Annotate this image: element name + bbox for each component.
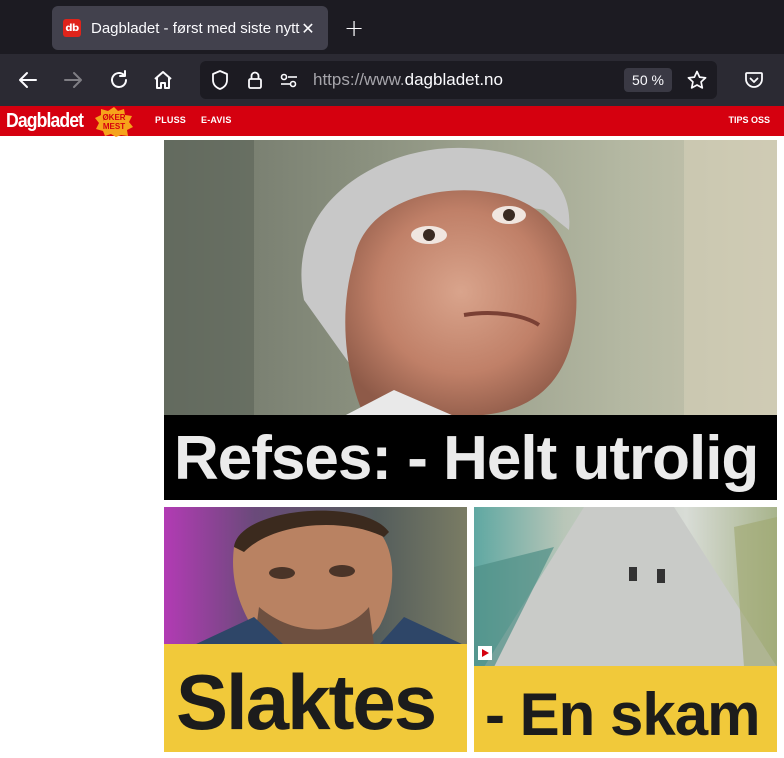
permissions-icon[interactable]: [278, 69, 300, 96]
url-prefix: https://www.: [313, 70, 405, 89]
nav-pluss[interactable]: PLUSS: [155, 115, 186, 125]
hero-headline[interactable]: Refses: - Helt utrolig: [174, 422, 774, 496]
url-text[interactable]: https://www.dagbladet.no: [313, 70, 503, 90]
forward-icon[interactable]: [57, 64, 89, 96]
reload-icon[interactable]: [103, 64, 135, 96]
left-headline[interactable]: Slaktes: [176, 658, 437, 746]
badge-text-bottom: MEST: [103, 122, 125, 131]
left-article-image[interactable]: [164, 507, 467, 645]
right-headline[interactable]: - En skam: [485, 680, 760, 750]
nav-tips-oss[interactable]: TIPS OSS: [728, 115, 770, 125]
tab-title: Dagbladet - først med siste nytt: [91, 19, 300, 37]
site-favicon-icon: db: [63, 19, 81, 37]
shield-icon[interactable]: [209, 69, 231, 96]
browser-tab[interactable]: db Dagbladet - først med siste nytt ✕: [52, 6, 328, 50]
pocket-icon[interactable]: [738, 64, 770, 96]
dagbladet-logo[interactable]: Dagbladet: [6, 110, 84, 132]
bookmark-star-icon[interactable]: [686, 69, 708, 96]
zoom-indicator[interactable]: 50 %: [624, 68, 672, 92]
tab-bar: db Dagbladet - først med siste nytt ✕ +: [0, 0, 784, 54]
oker-mest-badge[interactable]: ØKER MEST: [94, 107, 134, 137]
site-header: Dagbladet ØKER MEST PLUSS E-AVIS TIPS OS…: [0, 106, 784, 137]
badge-text-top: ØKER: [102, 113, 125, 122]
url-domain: dagbladet.no: [404, 70, 503, 89]
hero-article-image[interactable]: [164, 140, 777, 416]
new-tab-icon[interactable]: +: [340, 14, 368, 42]
right-article-video[interactable]: [474, 507, 777, 667]
home-icon[interactable]: [147, 64, 179, 96]
navigation-bar: https://www.dagbladet.no 50 %: [0, 54, 784, 106]
video-play-icon[interactable]: [478, 646, 492, 660]
back-icon[interactable]: [12, 64, 44, 96]
close-tab-icon[interactable]: ✕: [298, 18, 318, 38]
nav-e-avis[interactable]: E-AVIS: [201, 115, 232, 125]
address-bar[interactable]: https://www.dagbladet.no 50 %: [200, 61, 717, 99]
lock-icon[interactable]: [244, 69, 266, 96]
